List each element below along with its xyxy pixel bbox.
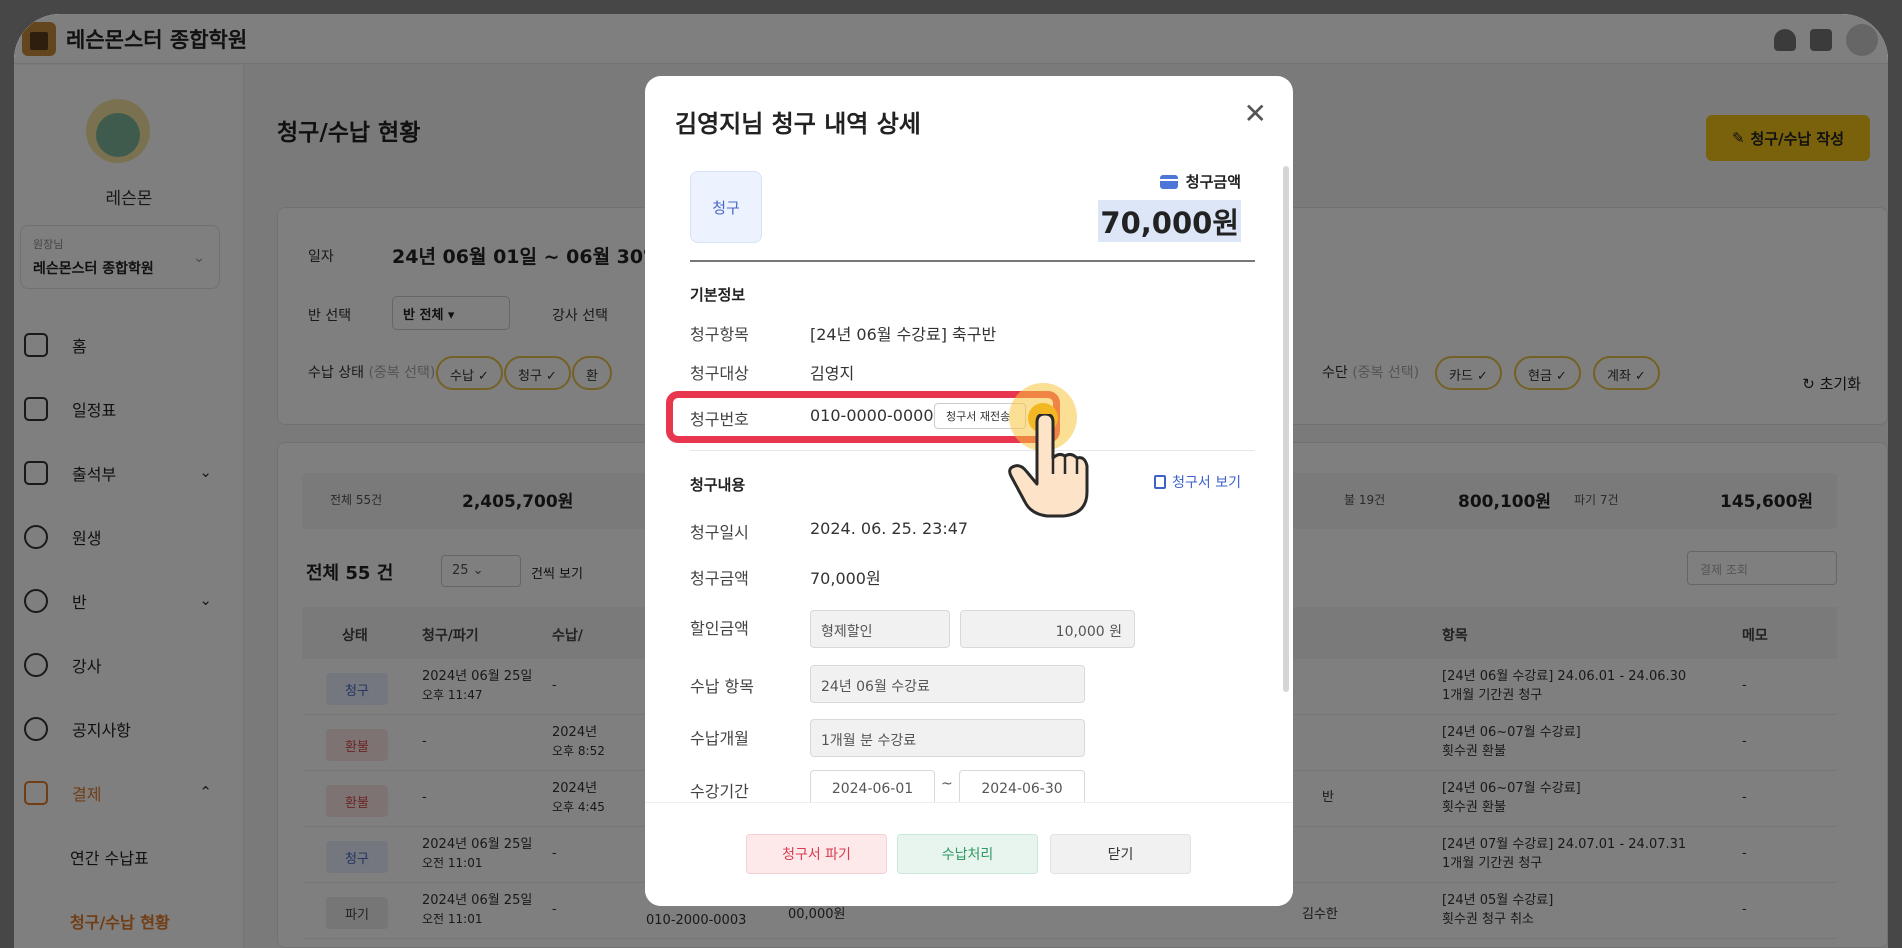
highlight-box	[666, 391, 1060, 443]
bill-item-label: 청구항목	[690, 325, 749, 344]
bill-date-label: 청구일시	[690, 523, 749, 542]
process-payment-button[interactable]: 수납처리	[897, 834, 1038, 874]
view-invoice-link[interactable]: 청구서 보기	[1154, 472, 1241, 492]
close-icon[interactable]: ✕	[1244, 100, 1267, 128]
discount-amount-field[interactable]: 10,000 원	[960, 610, 1135, 648]
bill-content-title: 청구내용	[690, 476, 746, 494]
billing-type-badge: 청구	[690, 171, 762, 243]
divider	[690, 450, 1255, 451]
billing-detail-modal: 김영지님 청구 내역 상세 ✕ 청구 청구금액 70,000원 기본정보 청구항…	[645, 76, 1293, 906]
amount-label: 청구금액	[1159, 171, 1241, 192]
period-separator: ~	[941, 776, 953, 792]
receipt-icon	[1154, 475, 1167, 489]
pay-item-field[interactable]: 24년 06월 수강료	[810, 665, 1085, 703]
pay-item-label: 수납 항목	[690, 677, 754, 696]
divider	[690, 260, 1255, 262]
credit-card-icon	[1159, 174, 1178, 189]
modal-footer: 청구서 파기 수납처리 닫기	[645, 802, 1293, 906]
pointing-hand-icon	[1008, 414, 1089, 518]
screen-frame: 레슨몬스터 종합학원 레슨몬 원장님 레슨몬스터 종합학원 ⌄ 홈 일정표 출석…	[14, 14, 1888, 948]
amount-value: 70,000원	[1098, 200, 1241, 242]
bill-item-value: [24년 06월 수강료] 축구반	[810, 325, 997, 344]
basic-info-title: 기본정보	[690, 286, 746, 304]
months-label: 수납개월	[690, 729, 749, 748]
period-label: 수강기간	[690, 782, 749, 801]
months-field[interactable]: 1개월 분 수강료	[810, 719, 1085, 757]
modal-title: 김영지님 청구 내역 상세	[675, 110, 921, 138]
bill-date-value: 2024. 06. 25. 23:47	[810, 519, 969, 538]
bill-target-label: 청구대상	[690, 364, 749, 383]
charge-label: 청구금액	[690, 569, 749, 588]
discount-type-field[interactable]: 형제할인	[810, 610, 950, 648]
discount-label: 할인금액	[690, 619, 749, 638]
void-invoice-button[interactable]: 청구서 파기	[746, 834, 887, 874]
close-button[interactable]: 닫기	[1050, 834, 1191, 874]
modal-scrollbar[interactable]	[1283, 166, 1289, 692]
bill-target-value: 김영지	[810, 364, 855, 383]
charge-value: 70,000원	[810, 569, 881, 588]
